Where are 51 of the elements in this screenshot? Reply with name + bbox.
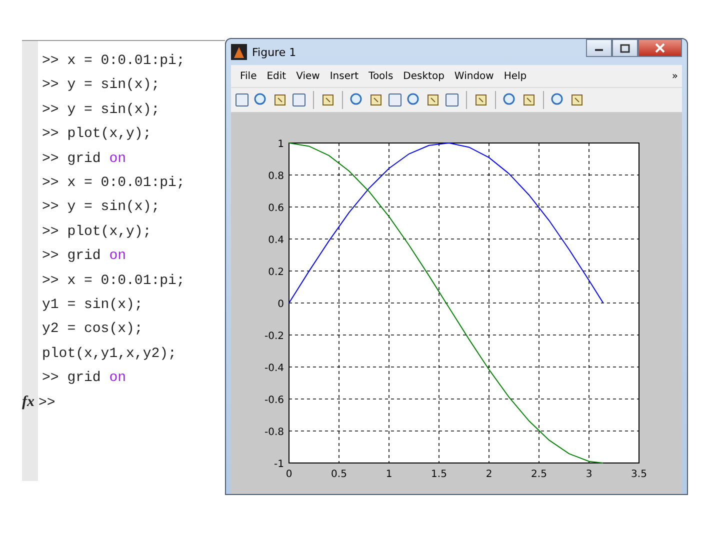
command-line: >> grid on [42,369,128,388]
y-tick-label: -0.6 [264,395,284,406]
x-tick-label: 1.5 [431,469,447,480]
menu-item[interactable]: Desktop [398,70,450,82]
command-line: >> y = sin(x); [42,198,161,218]
y-tick-label: 1 [278,139,284,150]
command-line: plot(x,y1,x,y2); [42,344,178,364]
menu-item[interactable]: Insert [324,70,364,82]
app-icon [231,44,247,60]
y-tick-label: 0.2 [268,267,284,278]
close-button[interactable] [638,39,682,57]
menu-item[interactable]: Edit [262,70,292,82]
minimize-button[interactable] [586,39,612,57]
command-line: >> plot(x,y); [42,222,152,242]
command-line: >> grid on [42,247,128,266]
command-line: >> x = 0:0.01:pi; [42,52,185,71]
y-tick-label: 0.6 [268,203,284,214]
menu-item[interactable]: File [235,70,262,82]
menu-item[interactable]: Window [449,70,499,82]
y-tick-label: 0 [278,299,284,310]
x-tick-label: 2.5 [531,469,547,480]
y-tick-label: -0.2 [264,331,284,342]
y-tick-label: -1 [274,459,284,470]
maximize-button[interactable] [612,39,638,57]
maximize-icon [620,44,630,52]
command-line: y2 = cos(x); [42,320,144,340]
command-line: >> x = 0:0.01:pi; [42,174,185,193]
command-line: >> x = 0:0.01:pi; [42,272,185,291]
window-title: Figure 1 [252,46,296,58]
command-line: >> plot(x,y); [42,125,152,144]
y-tick-label: 0.4 [268,235,284,246]
y-tick-label: -0.4 [264,363,284,374]
x-tick-label: 3 [586,469,592,480]
function-browser-icon[interactable]: fx [22,394,34,410]
x-tick-label: 1 [386,469,392,480]
y-tick-label: 0.8 [268,171,284,182]
menu-overflow[interactable]: » [672,70,678,82]
x-tick-label: 0 [286,469,292,480]
menu-item[interactable]: Tools [364,70,398,82]
y-tick-label: -0.8 [264,427,284,438]
x-tick-label: 3.5 [631,469,647,480]
menu-item[interactable]: View [291,70,325,82]
command-line: >> y = sin(x); [42,100,161,120]
x-tick-label: 2 [486,469,492,480]
x-tick-label: 0.5 [331,469,347,480]
command-line: y1 = sin(x); [42,296,144,315]
close-icon [655,43,665,53]
command-line: >> y = sin(x); [42,76,161,96]
menu-item[interactable]: Help [498,70,532,82]
command-line: >> grid on [42,150,128,169]
command-prompt[interactable]: >> [38,395,56,412]
